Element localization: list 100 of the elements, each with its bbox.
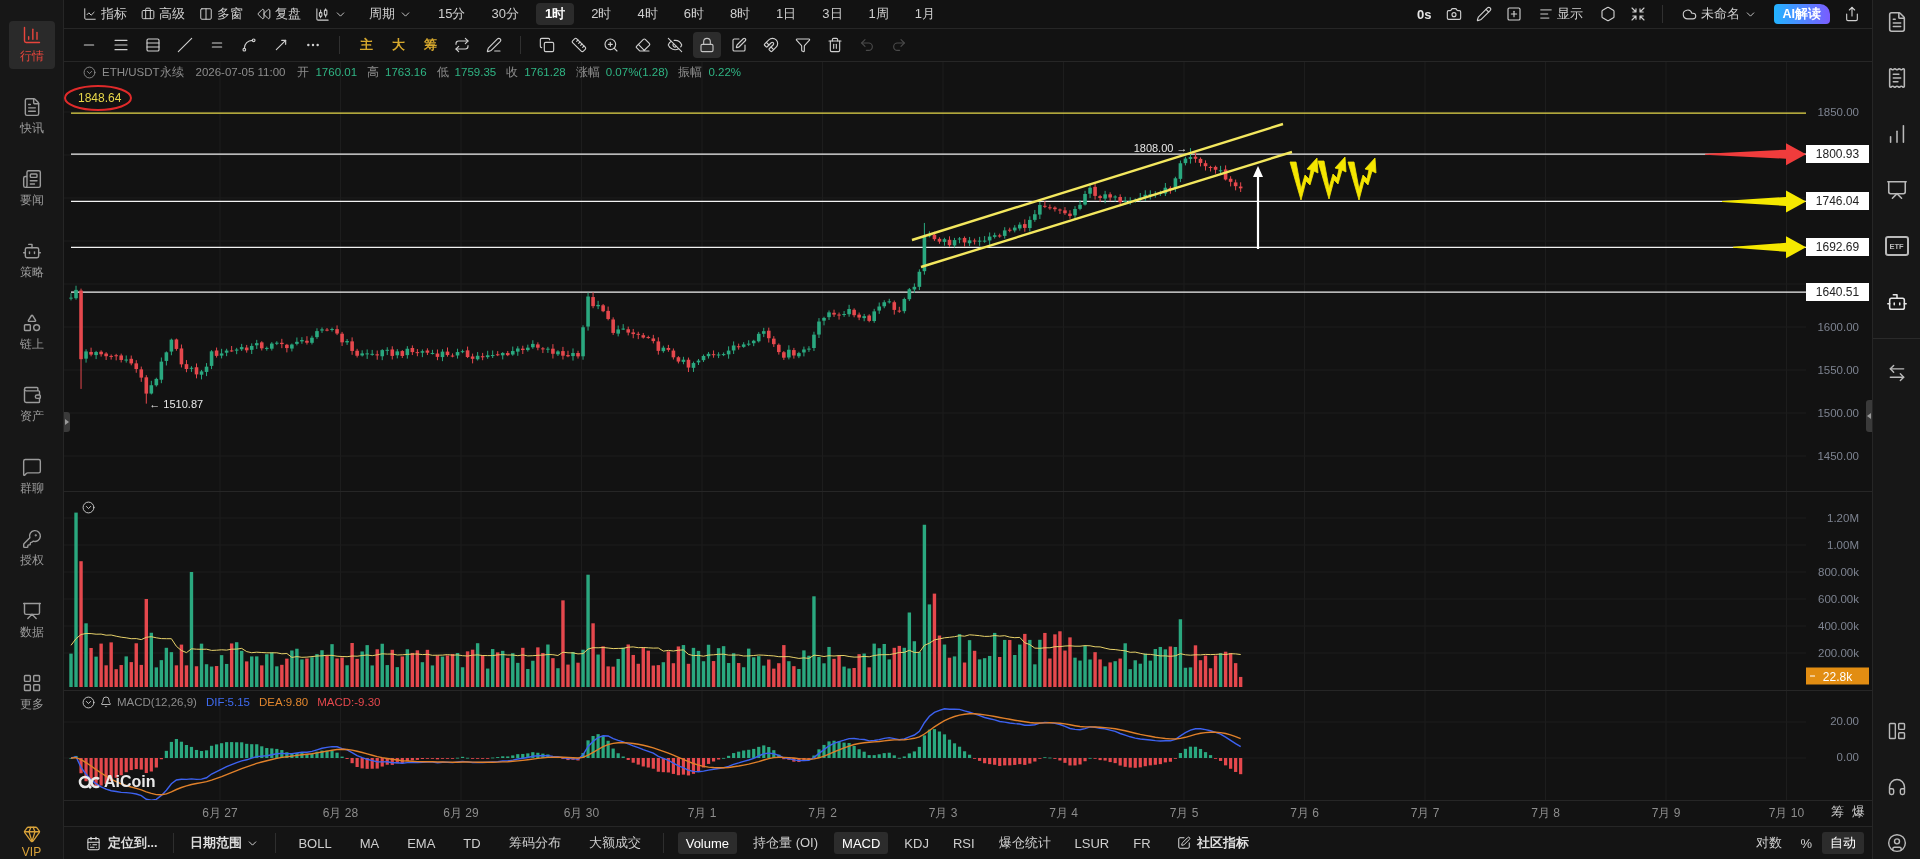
zoom-in-icon[interactable]	[603, 37, 619, 53]
key-icon	[21, 529, 42, 549]
interval-tab[interactable]: 1日	[767, 3, 806, 25]
pen-line-icon[interactable]	[486, 37, 502, 53]
quote-label: 振幅	[678, 64, 703, 80]
sidebar-item[interactable]: 群聊	[8, 453, 55, 501]
chevron-circle-icon[interactable]	[82, 695, 95, 709]
sidebar-item[interactable]: 策略	[8, 237, 55, 285]
collapse-handle[interactable]	[64, 412, 70, 432]
indicator-tab[interactable]: Volume	[677, 832, 738, 854]
toolbar-item[interactable]: 高级	[138, 3, 188, 25]
volume-tick-label: 1.20M	[1827, 512, 1859, 524]
indicator-tab[interactable]: TD	[455, 832, 489, 854]
lock-tool[interactable]	[693, 32, 721, 58]
trash-icon[interactable]	[827, 37, 843, 53]
indicator-tab[interactable]: MACD	[834, 832, 889, 854]
interval-tab[interactable]: 3日	[813, 3, 852, 25]
sidebar-item[interactable]: 行情	[8, 21, 55, 69]
sidebar-item[interactable]: 资产	[8, 381, 55, 429]
eraser-icon[interactable]	[635, 37, 651, 53]
camera-icon[interactable]	[1445, 6, 1462, 22]
interval-tab[interactable]: 15分	[429, 3, 475, 25]
indicator-tab[interactable]: KDJ	[896, 832, 937, 854]
locate-menu[interactable]: 定位到...	[84, 834, 160, 852]
eye-off-icon[interactable]	[667, 37, 683, 53]
volume-tick-label: 1.00M	[1827, 539, 1859, 551]
price-level-tag: 1746.04	[1806, 192, 1869, 211]
axis-toggle[interactable]: 筹	[1831, 803, 1844, 821]
rows-icon[interactable]	[145, 37, 161, 53]
vip-item[interactable]: VIP	[8, 825, 55, 859]
interval-tab[interactable]: 1时	[535, 3, 575, 25]
chevron-circle-icon[interactable]	[83, 65, 96, 79]
diagonal-line-icon[interactable]	[177, 37, 193, 53]
indicator-tab[interactable]: 持仓量 (OI)	[745, 832, 827, 854]
indicator-tab[interactable]: LSUR	[1066, 832, 1118, 854]
share-icon[interactable]	[1844, 6, 1860, 22]
chat-icon	[21, 457, 42, 477]
zigzag-arrow	[1347, 157, 1377, 201]
sidebar-item[interactable]: 更多	[8, 669, 55, 717]
date-label: 6月 28	[322, 805, 359, 822]
indicator-tab[interactable]: EMA	[399, 832, 444, 854]
copy-icon[interactable]	[539, 37, 555, 53]
collapse-handle[interactable]	[1866, 400, 1872, 432]
diagonal-arrow-icon[interactable]	[273, 37, 289, 53]
edit-icon[interactable]	[731, 37, 747, 53]
scale-mode-tab[interactable]: 自动	[1822, 832, 1864, 854]
period-menu[interactable]: 周期	[366, 3, 415, 25]
ruler-icon[interactable]	[571, 37, 587, 53]
sidebar-item[interactable]: 数据	[8, 597, 55, 645]
dea-value: DEA:9.80	[259, 696, 309, 708]
shrink-icon[interactable]	[1629, 6, 1646, 22]
curve-icon[interactable]	[241, 37, 257, 53]
marker-tool[interactable]: 主	[352, 32, 380, 58]
indicator-tab[interactable]: 爆仓统计	[990, 832, 1059, 854]
toolbar-item[interactable]: 多窗	[196, 3, 246, 25]
marker-tool[interactable]: 筹	[416, 32, 444, 58]
repeat-icon[interactable]	[454, 37, 470, 53]
sidebar-item[interactable]: 快讯	[8, 93, 55, 141]
hexagon-icon[interactable]	[1599, 6, 1616, 22]
layout-name-menu[interactable]: 未命名	[1678, 3, 1760, 25]
scale-mode-tab[interactable]: 对数	[1748, 832, 1791, 854]
date-label: 7月 2	[808, 805, 837, 822]
sidebar-item[interactable]: 要闻	[8, 165, 55, 213]
chevron-circle-icon[interactable]	[82, 501, 95, 514]
indicator-tab[interactable]: 筹码分布	[500, 832, 569, 854]
pencil-icon[interactable]	[1475, 6, 1492, 22]
zigzag-arrow	[1317, 156, 1347, 200]
toolbar-item[interactable]: 复盘	[254, 3, 304, 25]
price-tick-label: 1600.00	[1817, 321, 1859, 333]
display-menu[interactable]: 显示	[1535, 3, 1586, 25]
interval-tab[interactable]: 30分	[482, 3, 528, 25]
interval-tab[interactable]: 6时	[674, 3, 713, 25]
axis-toggle[interactable]: 爆	[1852, 803, 1865, 821]
add-square-icon[interactable]	[1505, 6, 1522, 22]
indicator-tab[interactable]: BOLL	[290, 832, 340, 854]
lines-icon[interactable]	[113, 37, 129, 53]
indicator-tab[interactable]: RSI	[944, 832, 983, 854]
edit-icon	[1176, 836, 1191, 850]
toolbar-item[interactable]: 指标	[80, 3, 130, 25]
date-range-menu[interactable]: 日期范围	[188, 834, 262, 852]
magnet-icon[interactable]	[763, 37, 779, 53]
filter-icon[interactable]	[795, 37, 811, 53]
monitor-chart-icon	[21, 601, 42, 621]
indicator-tab[interactable]: FR	[1125, 832, 1159, 854]
indicator-tab[interactable]: MA	[351, 832, 388, 854]
bell-icon[interactable]	[100, 696, 112, 708]
symbol-label: ETH/USDT永续	[102, 64, 184, 80]
indicator-tab[interactable]: 大额成交	[580, 832, 649, 854]
marker-tool[interactable]: 大	[384, 32, 412, 58]
headset-icon	[1886, 777, 1907, 797]
quote-label: 涨幅	[575, 64, 600, 80]
interval-tab[interactable]: 8时	[720, 3, 760, 25]
interval-tab[interactable]: 1周	[859, 3, 898, 25]
sidebar-item[interactable]: 授权	[8, 525, 55, 573]
community-indicators[interactable]: 社区指标	[1172, 834, 1253, 852]
interval-tab[interactable]: 1月	[905, 3, 945, 25]
scale-mode-tab[interactable]: %	[1792, 832, 1820, 854]
interval-tab[interactable]: 2时	[582, 3, 621, 25]
sidebar-item[interactable]: 链上	[8, 309, 55, 357]
interval-tab[interactable]: 4时	[628, 3, 667, 25]
